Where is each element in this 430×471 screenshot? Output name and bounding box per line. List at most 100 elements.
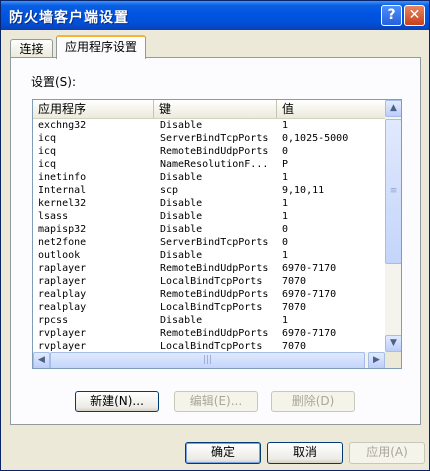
cell-application: lsass: [38, 211, 69, 222]
cell-key: RemoteBindUdpPorts: [160, 263, 269, 274]
cell-application: icq: [38, 146, 57, 157]
triangle-right-icon: ▶: [373, 355, 380, 365]
table-row[interactable]: outlook Disable 1: [33, 249, 385, 262]
cell-application: net2fone: [38, 237, 87, 248]
ok-button[interactable]: 确定: [185, 442, 261, 464]
cell-application: exchng32: [38, 120, 87, 131]
table-row[interactable]: rpcss Disable 1: [33, 314, 385, 327]
cell-value: 9,10,11: [282, 185, 325, 196]
triangle-left-icon: ◀: [38, 355, 45, 365]
window-title: 防火墙客户端设置: [9, 10, 129, 26]
apply-button[interactable]: 应用(A): [349, 442, 425, 464]
table-row[interactable]: exchng32 Disable 1: [33, 119, 385, 132]
cell-application: rvplayer: [38, 328, 87, 339]
cell-application: kernel32: [38, 198, 87, 209]
column-header-value[interactable]: 值: [277, 100, 385, 118]
cell-key: Disable: [160, 120, 203, 131]
column-header-key[interactable]: 键: [154, 100, 277, 118]
cell-application: Internal: [38, 185, 87, 196]
cell-application: mapisp32: [38, 224, 87, 235]
cell-value: 1: [282, 211, 289, 222]
cell-key: Disable: [160, 224, 203, 235]
cell-key: scp: [160, 185, 179, 196]
edit-button[interactable]: 编辑(E)...: [174, 391, 258, 412]
cell-value: 1: [282, 198, 289, 209]
cell-key: LocalBindTcpPorts: [160, 302, 263, 313]
scroll-down-button[interactable]: ▼: [385, 335, 401, 352]
table-row[interactable]: Internal scp 9,10,11: [33, 184, 385, 197]
table-row[interactable]: raplayer LocalBindTcpPorts 7070: [33, 275, 385, 288]
scroll-up-button[interactable]: ▲: [385, 100, 401, 117]
table-row[interactable]: icq ServerBindTcpPorts 0,1025-5000: [33, 132, 385, 145]
cell-application: inetinfo: [38, 172, 87, 183]
cell-key: LocalBindTcpPorts: [160, 276, 263, 287]
horizontal-scroll-thumb[interactable]: |||: [50, 352, 365, 368]
triangle-down-icon: ▼: [390, 338, 397, 348]
vertical-scrollbar[interactable]: ▲ ≡ ▼: [385, 100, 401, 352]
table-row[interactable]: realplay RemoteBindUdpPorts 6970-7170: [33, 288, 385, 301]
triangle-up-icon: ▲: [390, 103, 397, 113]
cell-key: RemoteBindUdpPorts: [160, 289, 269, 300]
tab-connection[interactable]: 连接: [10, 39, 53, 58]
cell-key: ServerBindTcpPorts: [160, 237, 269, 248]
cell-value: 6970-7170: [282, 289, 337, 300]
cell-application: realplay: [38, 302, 87, 313]
cell-value: 6970-7170: [282, 263, 337, 274]
table-row[interactable]: icq NameResolutionF... P: [33, 158, 385, 171]
horizontal-scrollbar[interactable]: ◀ ||| ▶: [33, 352, 385, 368]
table-row[interactable]: mapisp32 Disable 0: [33, 223, 385, 236]
table-row[interactable]: inetinfo Disable 1: [33, 171, 385, 184]
title-bar[interactable]: 防火墙客户端设置 ? ✕: [1, 1, 429, 30]
cell-key: Disable: [160, 211, 203, 222]
cell-value: 1: [282, 250, 289, 261]
close-button[interactable]: ✕: [404, 5, 425, 26]
cell-value: 0: [282, 237, 289, 248]
firewall-client-settings-dialog: 防火墙客户端设置 ? ✕ 连接 应用程序设置 设置(S): 应用程序 键 值 e…: [0, 0, 430, 471]
cell-value: 7070: [282, 302, 307, 313]
cell-value: 1: [282, 315, 289, 326]
cell-key: Disable: [160, 172, 203, 183]
vertical-scroll-thumb[interactable]: ≡: [385, 119, 401, 264]
scrollbar-corner: [385, 352, 401, 368]
cell-value: 0: [282, 146, 289, 157]
table-row[interactable]: lsass Disable 1: [33, 210, 385, 223]
cell-application: icq: [38, 159, 57, 170]
cell-key: RemoteBindUdpPorts: [160, 146, 269, 157]
table-row[interactable]: raplayer RemoteBindUdpPorts 6970-7170: [33, 262, 385, 275]
cell-key: RemoteBindUdpPorts: [160, 328, 269, 339]
cell-application: raplayer: [38, 276, 87, 287]
cell-value: 1: [282, 172, 289, 183]
cancel-button[interactable]: 取消: [267, 442, 343, 464]
table-row[interactable]: realplay LocalBindTcpPorts 7070: [33, 301, 385, 314]
cell-application: rpcss: [38, 315, 69, 326]
cell-value: 0: [282, 224, 289, 235]
table-row[interactable]: icq RemoteBindUdpPorts 0: [33, 145, 385, 158]
scroll-left-button[interactable]: ◀: [33, 352, 50, 368]
help-button[interactable]: ?: [381, 5, 402, 26]
table-row[interactable]: net2fone ServerBindTcpPorts 0: [33, 236, 385, 249]
cell-value: 7070: [282, 276, 307, 287]
cell-application: outlook: [38, 250, 81, 261]
cell-value: 0,1025-5000: [282, 133, 349, 144]
cell-key: Disable: [160, 315, 203, 326]
cell-key: ServerBindTcpPorts: [160, 133, 269, 144]
settings-list[interactable]: 应用程序 键 值 exchng32 Disable 1 icq ServerBindTc…: [32, 99, 402, 369]
help-icon: ?: [387, 7, 396, 23]
list-rows: exchng32 Disable 1 icq ServerBindTcpPorts 0,1…: [33, 119, 385, 353]
cell-value: 1: [282, 120, 289, 131]
list-header: 应用程序 键 值: [33, 100, 385, 119]
close-icon: ✕: [408, 7, 421, 23]
cell-application: realplay: [38, 289, 87, 300]
table-row[interactable]: kernel32 Disable 1: [33, 197, 385, 210]
column-header-application[interactable]: 应用程序: [33, 100, 154, 118]
cell-application: icq: [38, 133, 57, 144]
new-button[interactable]: 新建(N)...: [75, 391, 159, 412]
scroll-right-button[interactable]: ▶: [368, 352, 385, 368]
tab-application-settings[interactable]: 应用程序设置: [56, 35, 146, 59]
cell-value: P: [282, 159, 289, 170]
cell-value: 6970-7170: [282, 328, 337, 339]
table-row[interactable]: rvplayer RemoteBindUdpPorts 6970-7170: [33, 327, 385, 340]
cell-key: Disable: [160, 250, 203, 261]
delete-button[interactable]: 删除(D): [271, 391, 355, 412]
cell-application: raplayer: [38, 263, 87, 274]
